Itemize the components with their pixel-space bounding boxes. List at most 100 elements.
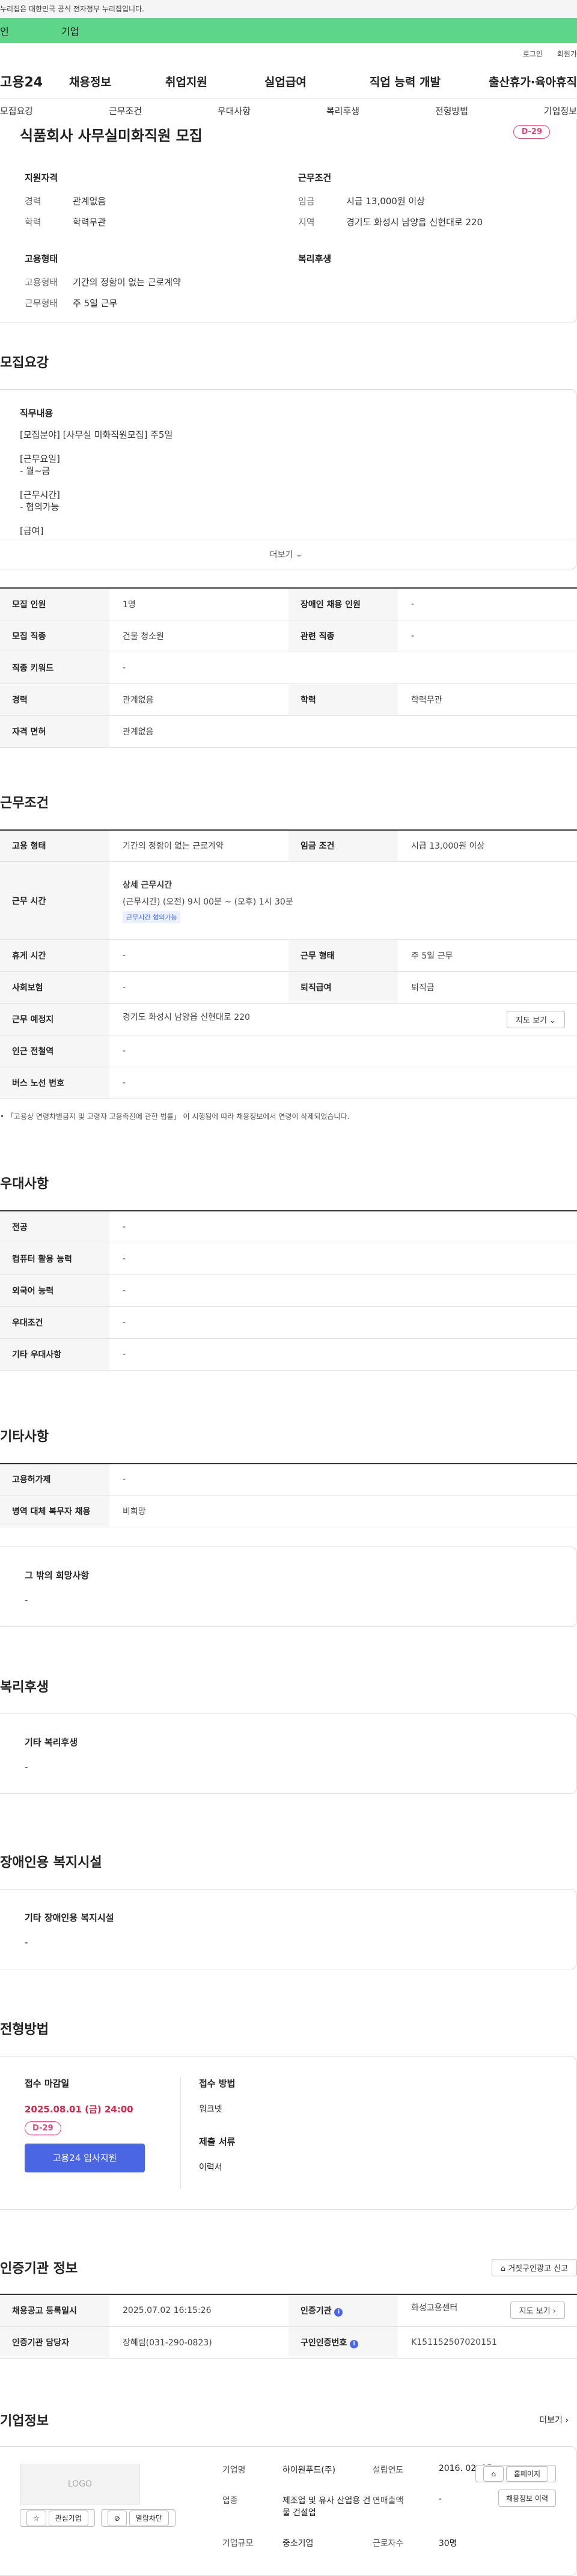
company-logo: LOGO (20, 2463, 140, 2505)
company-tab[interactable]: 기업 (60, 23, 79, 38)
fav-company-button[interactable]: ☆ 관심기업 (20, 2509, 95, 2527)
gov-notice-text: 누리집은 대한민국 공식 전자정부 누리집입니다. (0, 5, 144, 13)
region-value: 경기도 화성시 남양읍 신현대로 220 (346, 217, 483, 228)
tab-welfare[interactable]: 복리후생 (326, 105, 359, 117)
cell-value: - (109, 1274, 577, 1307)
disabled-card-heading: 기타 장애인용 복지시설 (25, 1912, 114, 1923)
cell-label: 전공 (0, 1211, 109, 1243)
method-heading: 접수 방법 (199, 2078, 236, 2089)
region-label: 지역 (298, 217, 315, 228)
emp-heading: 고용형태 (25, 253, 58, 264)
agency-cell: 화성고용센터 지도 보기 › (398, 2294, 577, 2327)
table-row: 근무 시간 상세 근무시간 (근무시간) (오전) 9시 00분 ~ (오후) … (0, 861, 577, 940)
more-button[interactable]: 더보기 ⌄ (0, 539, 576, 569)
dday-badge: D-29 (25, 2121, 61, 2135)
map-button[interactable]: 지도 보기 ⌄ (506, 1010, 565, 1028)
section-prefer-title: 우대사항 (0, 1177, 49, 1192)
cell-label: 장애인 채용 인원 (288, 588, 398, 620)
table-row: 우대조건 - (0, 1306, 577, 1339)
homepage-label: 홈페이지 (505, 2465, 548, 2482)
edu-value: 학력무관 (73, 217, 106, 228)
cell-label: 구인인증번호 i (288, 2326, 398, 2359)
cell-label: 근무 형태 (288, 939, 398, 972)
cell-value: - (109, 1306, 577, 1339)
apply-button[interactable]: 고용24 입사지원 (25, 2144, 145, 2172)
table-row: 컴퓨터 활용 능력 - (0, 1243, 577, 1275)
block-company-button[interactable]: ⊘ 열람차단 (100, 2509, 176, 2527)
co-est-label: 설립연도 (372, 2465, 404, 2475)
company-actions: ⌂ 홈페이지 채용정보 이력 (475, 2464, 556, 2507)
job-title: 식품회사 사무실미화직원 모집 (20, 127, 203, 144)
cond-block: 근무조건 임금 시급 13,000원 이상 지역 경기도 화성시 남양읍 신현대로 … (298, 171, 548, 237)
agency-map-button[interactable]: 지도 보기 › (510, 2302, 565, 2320)
gnb-menu-jobs[interactable]: 채용정보 (69, 73, 111, 89)
num-label: 구인인증번호 (301, 2338, 347, 2348)
section-apply-title: 전형방법 (0, 2022, 49, 2037)
co-size-label: 기업규모 (222, 2539, 254, 2549)
site-logo[interactable]: 고용24 (0, 71, 69, 91)
cell-label: 채용공고 등록일시 (0, 2294, 109, 2327)
table-row: 인증기관 담당자 장혜림(031-290-0823) 구인인증번호 i K151… (0, 2326, 577, 2359)
info-icon[interactable]: i (350, 2339, 359, 2348)
company-info-grid: 기업명 하이원푸드(주) 설립연도 2016. 02. 25 업종 제조업 및 … (222, 2464, 511, 2559)
co-ind-value: 제조업 및 유사 산업용 건물 건설업 (282, 2496, 371, 2518)
co-staff-label: 근로자수 (372, 2539, 404, 2549)
personal-tab[interactable]: 인 (0, 23, 60, 38)
gov-notice-bar: 누리집은 대한민국 공식 전자정부 누리집입니다. (0, 0, 577, 18)
section-welfare-title: 복리후생 (0, 1680, 49, 1695)
cell-value: 퇴직금 (398, 971, 577, 1004)
block-icon: ⊘ (107, 2510, 127, 2526)
cell-label: 근무 시간 (0, 861, 109, 940)
cell-value: K151152507020151 (398, 2326, 577, 2359)
cell-label: 근무 예정지 (0, 1003, 109, 1035)
report-button[interactable]: ⌂ 거짓구인광고 신고 (491, 2258, 577, 2276)
login-link[interactable]: 로그인 (523, 49, 543, 59)
tab-company[interactable]: 기업정보 (544, 105, 577, 117)
bullet-icon: • (0, 1112, 7, 1121)
cell-label: 인근 전철역 (0, 1035, 109, 1067)
prefer-table: 전공 - 컴퓨터 활용 능력 - 외국어 능력 - 우대조건 - 기타 우대사항 - (0, 1210, 577, 1371)
gnb-menu-leave[interactable]: 출산휴가·육아휴직 (489, 73, 577, 89)
section-agency-title: 인증기관 정보 (0, 2261, 78, 2276)
gnb-menu-training[interactable]: 직업 능력 개발 (370, 73, 441, 89)
company-more-link[interactable]: 더보기 › (539, 2414, 569, 2426)
gnb-menu-support[interactable]: 취업지원 (165, 73, 207, 89)
gnb-menu-unemployment[interactable]: 실업급여 (264, 73, 307, 89)
cell-label: 모집 인원 (0, 588, 109, 620)
wage-value: 시급 13,000원 이상 (346, 196, 426, 207)
cell-label: 병역 대체 복무자 채용 (0, 1495, 109, 1527)
co-staff-value: 30명 (438, 2539, 457, 2549)
table-row: 외국어 능력 - (0, 1274, 577, 1307)
section-disabled-title: 장애인용 복지시설 (0, 1855, 102, 1870)
cell-label: 고용허가제 (0, 1463, 109, 1496)
tab-apply[interactable]: 전형방법 (435, 105, 468, 117)
cell-value: 관계없음 (109, 715, 577, 748)
dday-badge: D-29 (513, 125, 550, 139)
welfare-card-value: - (25, 1762, 28, 1772)
history-button[interactable]: 채용정보 이력 (498, 2489, 556, 2507)
summary-card: 식품회사 사무실미화직원 모집 D-29 지원자격 경력 관계없음 학력 학력무관 … (0, 119, 577, 323)
section-recruit-title: 모집요강 (0, 356, 49, 371)
cell-label: 학력 (288, 683, 398, 716)
tab-work[interactable]: 근무조건 (109, 105, 142, 117)
home-icon: ⌂ (500, 2264, 506, 2273)
chevron-down-icon: ⌄ (549, 1016, 556, 1025)
place-value: 경기도 화성시 남양읍 신현대로 220 (123, 1012, 250, 1022)
cell-label: 모집 직종 (0, 620, 109, 652)
co-size-value: 중소기업 (282, 2539, 314, 2549)
homepage-button[interactable]: ⌂ 홈페이지 (475, 2464, 556, 2482)
edu-label: 학력 (25, 217, 41, 228)
cell-value: - (109, 971, 288, 1004)
cell-value: - (398, 620, 577, 652)
work-table: 고용 형태 기간의 정함이 없는 근로계약 임금 조건 시급 13,000원 이… (0, 829, 577, 1099)
wish-heading: 그 밖의 희망사항 (25, 1570, 90, 1581)
star-icon: ☆ (26, 2510, 46, 2526)
join-link[interactable]: 회원가 (557, 49, 577, 59)
tab-recruit[interactable]: 모집요강 (0, 105, 33, 117)
career-value: 관계없음 (73, 196, 106, 207)
chevron-right-icon: › (565, 2415, 569, 2425)
tab-prefer[interactable]: 우대사항 (218, 105, 251, 117)
duty-label: 직무내용 (20, 408, 53, 419)
info-icon[interactable]: i (334, 2308, 343, 2317)
cell-label: 자격 면허 (0, 715, 109, 748)
